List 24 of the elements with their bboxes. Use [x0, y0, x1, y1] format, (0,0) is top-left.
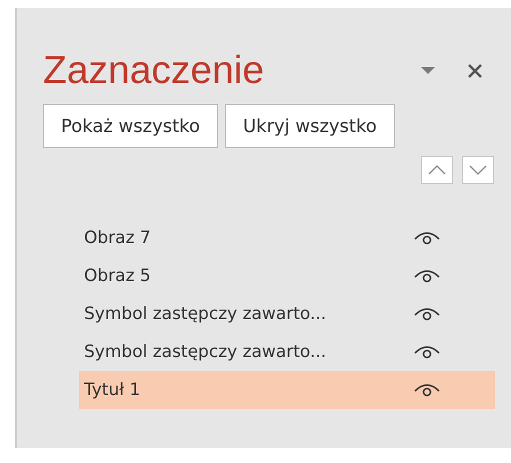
eye-icon[interactable]: [413, 268, 441, 284]
object-row[interactable]: Obraz 5: [79, 257, 495, 295]
eye-icon[interactable]: [413, 306, 441, 322]
show-all-button[interactable]: Pokaż wszystko: [43, 104, 218, 148]
eye-icon[interactable]: [413, 344, 441, 360]
close-icon[interactable]: [467, 63, 483, 79]
object-name: Obraz 5: [84, 266, 152, 286]
caret-icon[interactable]: [421, 67, 435, 75]
hide-all-button[interactable]: Ukryj wszystko: [224, 104, 395, 148]
object-name: Symbol zastępczy zawarto...: [84, 304, 328, 324]
eye-icon[interactable]: [413, 382, 441, 398]
object-row[interactable]: Tytuł 1: [79, 371, 495, 409]
chevron-down-icon: [469, 165, 487, 175]
object-name: Symbol zastępczy zawarto...: [84, 342, 328, 362]
object-row[interactable]: Symbol zastępczy zawarto...: [79, 295, 495, 333]
object-name: Tytuł 1: [84, 380, 142, 400]
object-name: Obraz 7: [84, 228, 152, 248]
object-row[interactable]: Obraz 7: [79, 219, 495, 257]
object-row[interactable]: Symbol zastępczy zawarto...: [79, 333, 495, 371]
pane-title: Zaznaczenie: [43, 48, 266, 94]
bring-forward-button[interactable]: [421, 156, 453, 184]
eye-icon[interactable]: [413, 230, 441, 246]
chevron-up-icon: [428, 165, 446, 175]
send-backward-button[interactable]: [462, 156, 494, 184]
